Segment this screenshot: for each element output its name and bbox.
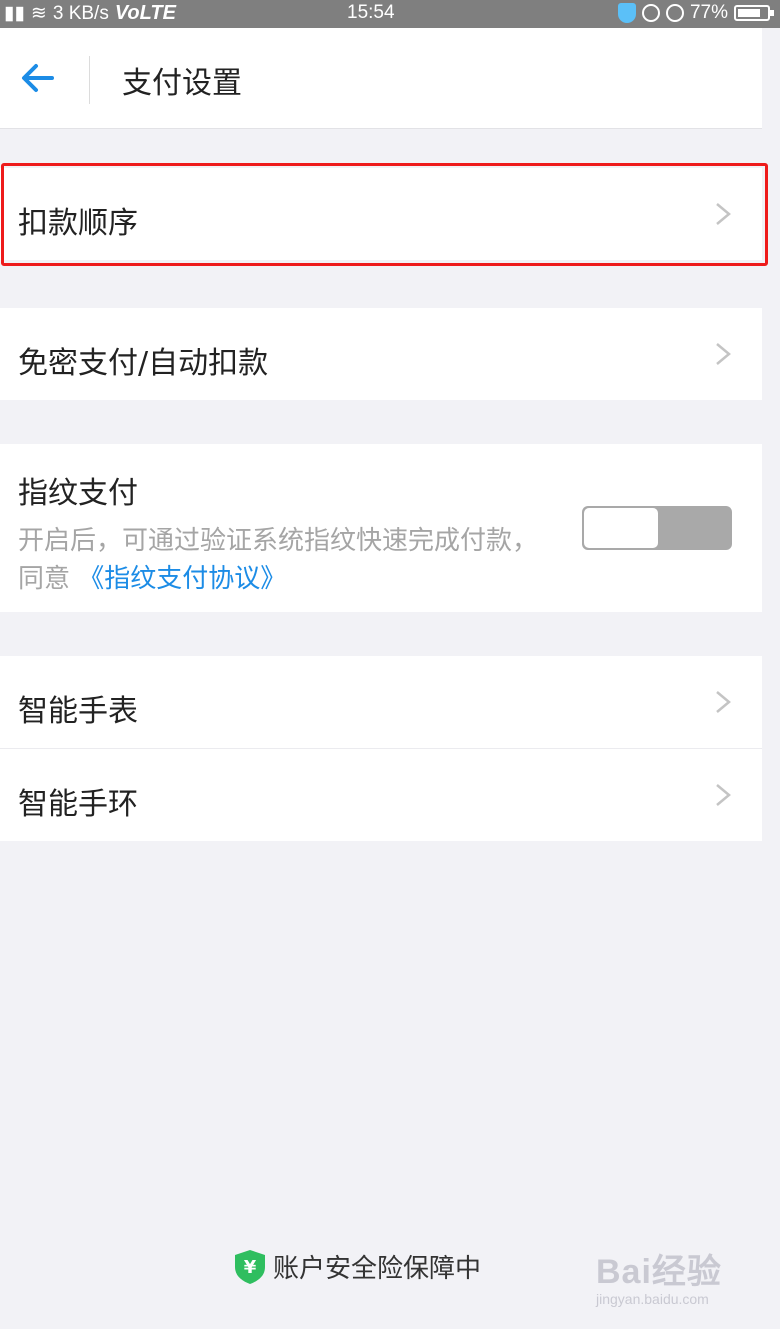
chevron-right-icon — [716, 343, 731, 365]
signal-icon: ▮▮ — [4, 3, 25, 24]
smart-watch-label: 智能手表 — [18, 694, 138, 729]
fingerprint-toggle[interactable] — [582, 506, 732, 550]
smart-band-label: 智能手环 — [18, 787, 138, 822]
highlight-box — [1, 163, 768, 266]
battery-icon — [734, 5, 774, 21]
toggle-knob — [584, 508, 658, 548]
auto-pay-group: 免密支付/自动扣款 — [0, 308, 762, 400]
fingerprint-description: 开启后，可通过验证系统指纹快速完成付款，同意 《指纹支付协议》 — [18, 522, 558, 598]
battery-percent: 77% — [689, 2, 728, 23]
chevron-right-icon — [716, 691, 731, 713]
wearables-group: 智能手表 智能手环 — [0, 656, 762, 841]
status-left: ▮▮ ≋ 3 KB/s VoLTE — [4, 2, 176, 25]
nav-bar: 支付设置 — [0, 28, 762, 129]
network-speed: 3 KB/s — [52, 2, 109, 24]
back-button[interactable] — [18, 58, 58, 98]
security-shield-icon: ¥ — [235, 1249, 265, 1284]
fingerprint-group: 指纹支付 开启后，可通过验证系统指纹快速完成付款，同意 《指纹支付协议》 — [0, 444, 762, 612]
footer-text: 账户安全险保障中 — [273, 1254, 482, 1284]
account-security-footer: ¥ 账户安全险保障中 — [233, 1248, 481, 1285]
wifi-icon: ≋ — [30, 3, 47, 24]
chevron-right-icon — [716, 784, 731, 806]
nav-divider — [89, 56, 90, 104]
clock: 15:54 — [347, 2, 395, 23]
rotation-lock-icon — [641, 4, 660, 22]
smart-band-row[interactable]: 智能手环 — [0, 749, 762, 841]
watermark-url: jingyan.baidu.com — [596, 1291, 709, 1307]
watermark-brand: Bai经验 — [596, 1253, 722, 1291]
status-bar: ▮▮ ≋ 3 KB/s VoLTE 15:54 77% — [0, 0, 780, 28]
page-title: 支付设置 — [122, 66, 242, 101]
smart-watch-row[interactable]: 智能手表 — [0, 656, 762, 749]
back-arrow-icon — [22, 64, 54, 92]
volte-indicator: VoLTE — [114, 2, 176, 24]
auto-pay-label: 免密支付/自动扣款 — [18, 346, 269, 381]
baidu-watermark: Bai经验 jingyan.baidu.com — [596, 1244, 722, 1307]
auto-pay-row[interactable]: 免密支付/自动扣款 — [0, 308, 762, 400]
svg-text:¥: ¥ — [244, 1257, 257, 1278]
alarm-icon — [665, 4, 684, 22]
fingerprint-title: 指纹支付 — [18, 476, 138, 511]
fingerprint-agreement-link[interactable]: 《指纹支付协议》 — [78, 564, 286, 594]
security-shield-icon — [617, 3, 636, 23]
status-right: 77% — [617, 2, 774, 24]
